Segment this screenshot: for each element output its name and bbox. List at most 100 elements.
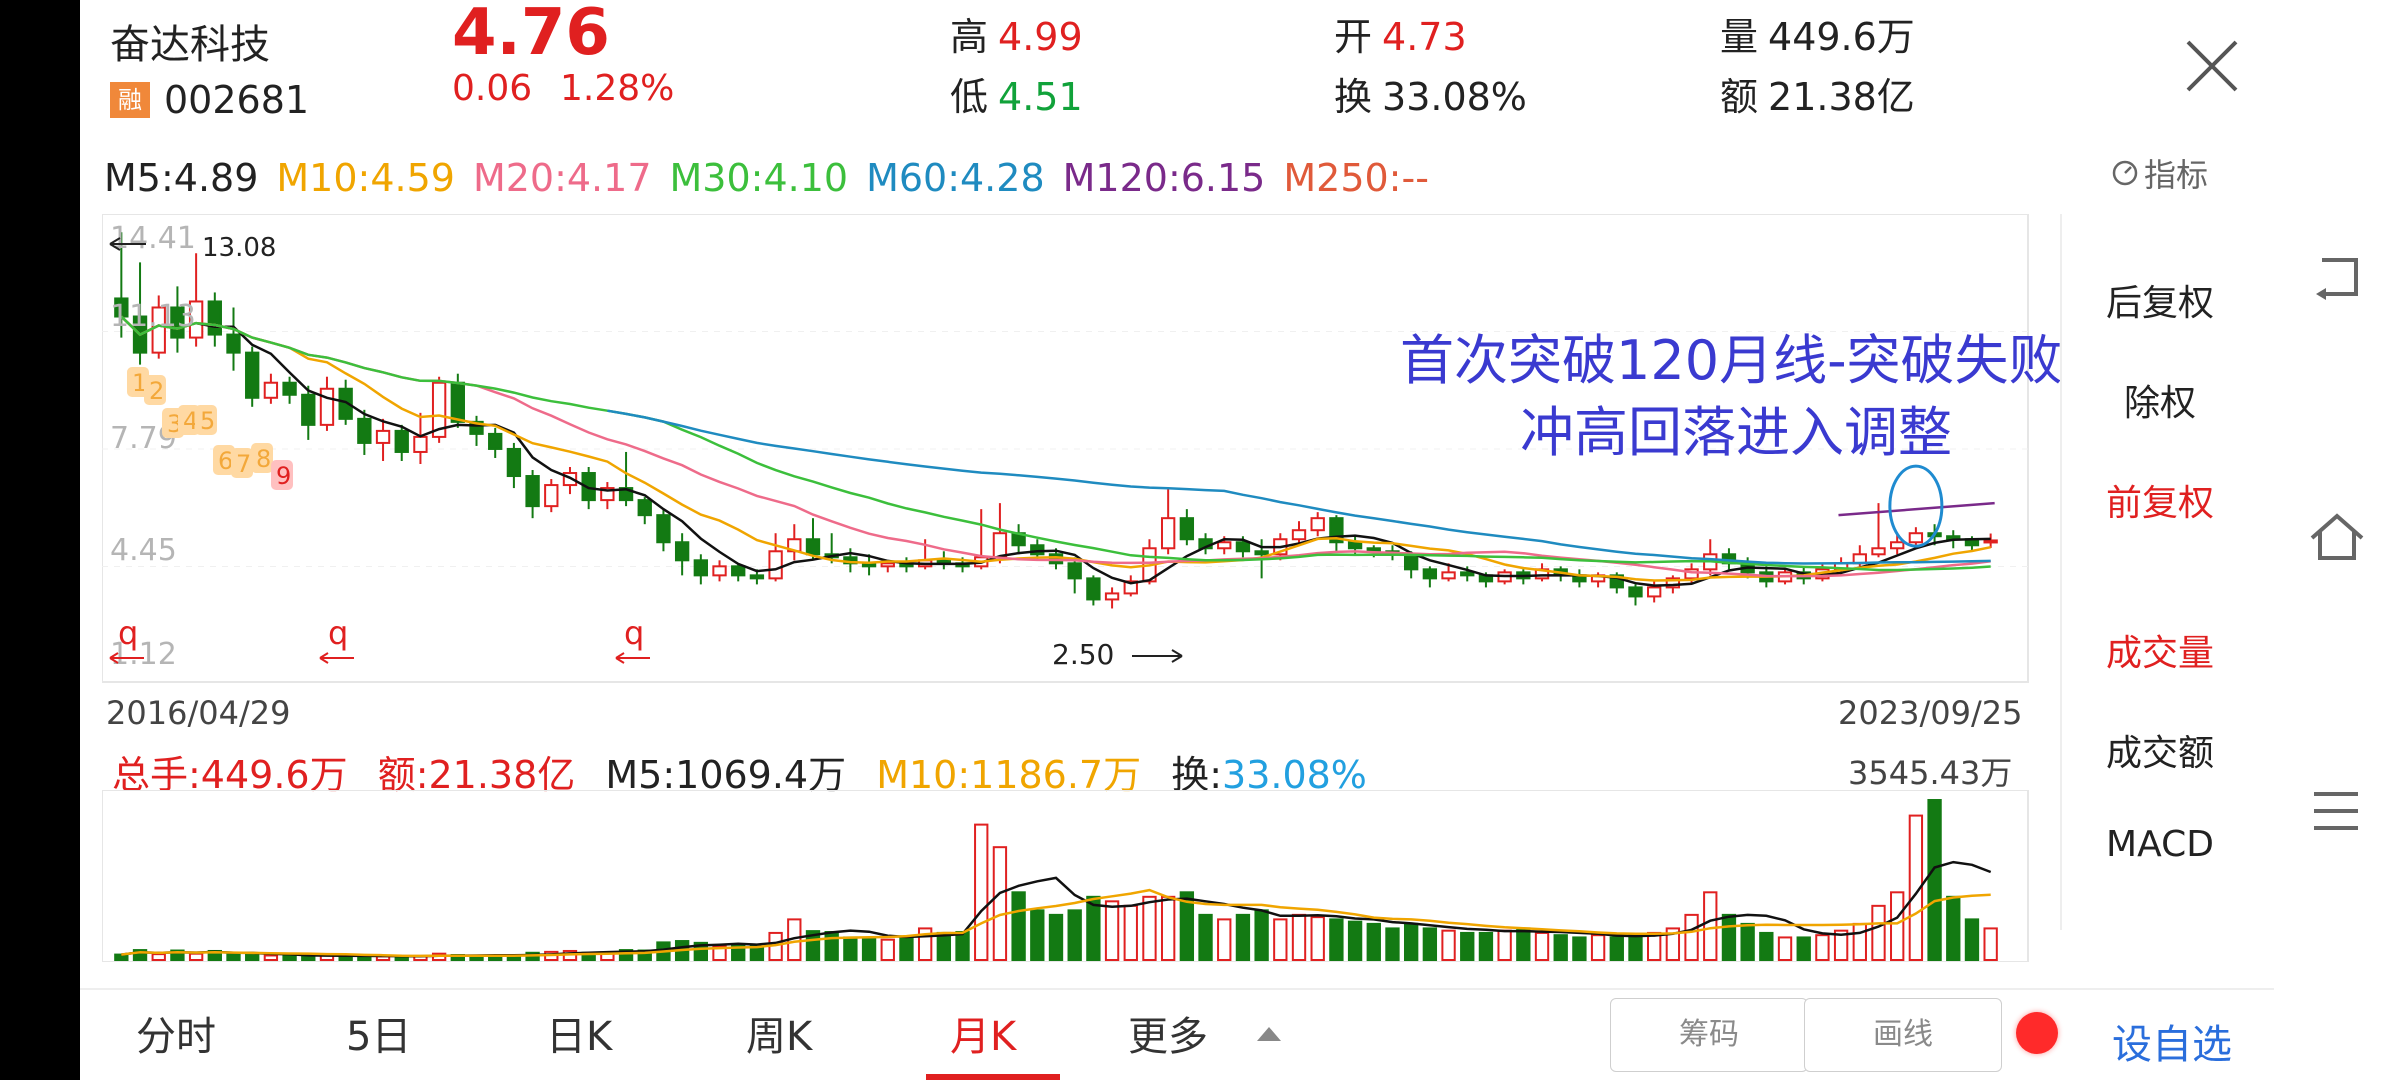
- side-option-0[interactable]: 后复权: [2062, 274, 2258, 326]
- candle-body: [1890, 541, 1905, 550]
- ma-legend-item: M120:6.15: [1062, 156, 1266, 200]
- add-watchlist-button[interactable]: 设自选: [2112, 1012, 2232, 1070]
- volume-bar: [1759, 931, 1774, 961]
- ma-legend-item: M10:4.59: [276, 156, 455, 200]
- price-axis-label: 14.41: [110, 221, 196, 256]
- volume-bar: [1422, 927, 1438, 961]
- ma-legend-item: M20:4.17: [472, 156, 652, 200]
- volume-chart[interactable]: [102, 790, 2030, 962]
- stock-name: 奋达科技: [110, 22, 270, 68]
- stat-5: 额 21.38亿: [1720, 66, 1915, 121]
- tab-1[interactable]: 5日: [346, 1004, 411, 1062]
- volume-bar: [1460, 931, 1475, 961]
- volume-bar: [1441, 929, 1456, 961]
- candle-body: [712, 565, 727, 577]
- volume-bar: [1160, 895, 1176, 961]
- volume-bar: [1740, 922, 1755, 961]
- home-icon[interactable]: [2308, 512, 2366, 566]
- candle-body: [1460, 571, 1475, 577]
- volume-bar: [1796, 936, 1811, 962]
- volume-bar: [1721, 913, 1737, 961]
- q-signal-label: q: [624, 614, 644, 652]
- stock-kline-screen: 奋达科技 融 002681 4.76 0.06 1.28% 高 4.99 开 4.73…: [80, 0, 2274, 1080]
- volume-bar: [1815, 934, 1830, 962]
- candle-body: [226, 333, 241, 354]
- record-dot-icon[interactable]: [2016, 1012, 2058, 1054]
- volume-bar: [1011, 891, 1026, 961]
- back-icon[interactable]: [2312, 254, 2362, 304]
- candle-body: [1067, 562, 1082, 580]
- candle-body: [1235, 541, 1251, 553]
- candle-body: [1441, 571, 1456, 580]
- price-axis-label: 4.45: [110, 533, 177, 568]
- volume-bar: [1104, 900, 1120, 961]
- candle-body: [245, 351, 260, 399]
- current-price: 4.76: [452, 0, 610, 70]
- tab-3[interactable]: 周K: [746, 1004, 812, 1062]
- stat-label: 额: [1720, 75, 1759, 119]
- candle-body: [319, 387, 335, 426]
- candle-body: [1291, 529, 1307, 541]
- draw-button[interactable]: 画线: [1804, 998, 2002, 1072]
- volume-bar: [1890, 891, 1905, 961]
- volume-bar: [1497, 929, 1512, 961]
- td-number: 8: [256, 445, 271, 473]
- side-option-3[interactable]: 成交量: [2062, 624, 2258, 676]
- stat-value: 33.08%: [1382, 75, 1527, 119]
- ma120-line: [1838, 501, 1995, 517]
- candle-body: [1104, 592, 1120, 601]
- candle-body: [1217, 541, 1232, 550]
- menu-icon[interactable]: [2310, 790, 2362, 836]
- side-option-2[interactable]: 前复权: [2062, 474, 2258, 526]
- stat-value: 4.73: [1382, 15, 1467, 59]
- volume-bar: [1927, 799, 1942, 961]
- volume-max-label: 3545.43万: [1848, 754, 2013, 792]
- q-signal-label: q: [328, 614, 348, 652]
- system-nav-bar: [2274, 0, 2400, 1080]
- volume-bar: [1534, 931, 1550, 961]
- stat-label: 高: [950, 15, 989, 59]
- candle-body: [1908, 532, 1924, 544]
- candle-body: [731, 565, 746, 577]
- volume-bar: [1684, 913, 1699, 961]
- tab-2[interactable]: 日K: [546, 1004, 612, 1062]
- volume-bar: [1609, 936, 1624, 962]
- candle-body: [1310, 517, 1325, 532]
- caret-up-icon[interactable]: [1255, 1023, 1283, 1047]
- candle-body: [394, 429, 409, 453]
- candle-body: [1086, 577, 1101, 601]
- chips-button[interactable]: 筹码: [1610, 998, 1808, 1072]
- side-option-1[interactable]: 除权: [2062, 374, 2258, 426]
- price-change: 0.06: [452, 68, 533, 109]
- ma-legend: M5:4.89 M10:4.59 M20:4.17 M30:4.10 M60:4.28 M…: [104, 156, 1447, 200]
- side-option-5[interactable]: MACD: [2062, 824, 2258, 865]
- candle-body: [263, 381, 279, 399]
- tab-5[interactable]: 更多: [1128, 1004, 1208, 1062]
- close-icon[interactable]: [2180, 34, 2244, 98]
- candle-body: [1983, 539, 1998, 544]
- active-tab-underline: [926, 1074, 1060, 1080]
- volume-bar: [1385, 927, 1400, 961]
- volume-bar: [974, 823, 989, 962]
- volume-bar: [880, 938, 895, 962]
- stat-value: 4.99: [998, 15, 1083, 59]
- tab-4[interactable]: 月K: [950, 1004, 1016, 1062]
- candle-body: [1179, 517, 1195, 541]
- tab-0[interactable]: 分时: [136, 1004, 216, 1062]
- td-number: 7: [236, 450, 251, 478]
- volume-bar: [1964, 918, 1980, 962]
- volume-bar: [749, 945, 765, 961]
- candle-body: [674, 541, 690, 562]
- volume-bar: [936, 931, 952, 961]
- indicator-button[interactable]: 指标: [2110, 150, 2208, 196]
- volume-bar: [843, 936, 858, 962]
- side-option-4[interactable]: 成交额: [2062, 724, 2258, 776]
- td-number: 5: [200, 407, 215, 435]
- td-number: 9: [276, 462, 291, 490]
- q-arrow-icon: [319, 652, 354, 664]
- candle-body: [656, 514, 671, 544]
- volume-bar: [1217, 918, 1232, 962]
- td-number: 2: [149, 377, 164, 405]
- ma-legend-item: M60:4.28: [866, 156, 1045, 200]
- volume-bar: [1572, 936, 1587, 962]
